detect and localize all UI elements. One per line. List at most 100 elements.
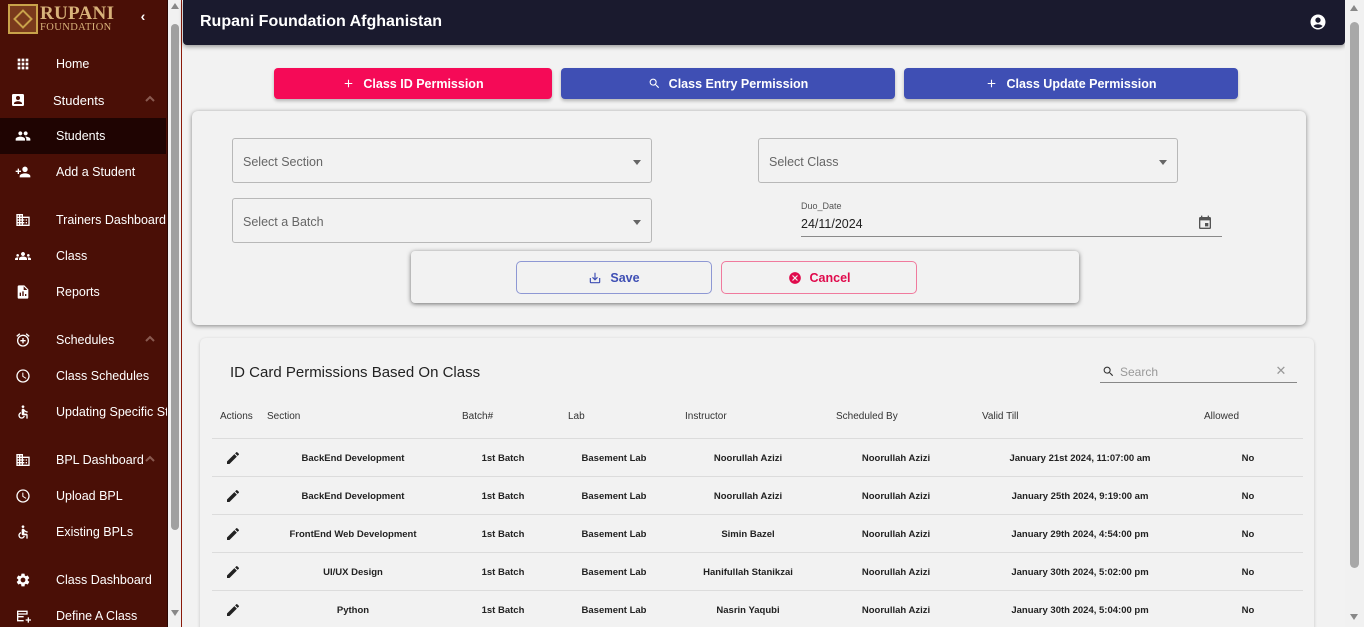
edit-pencil-icon[interactable] [225,488,241,504]
column-header-section[interactable]: Section [267,411,300,422]
column-header-batch[interactable]: Batch# [462,411,493,422]
sidebar-group-students[interactable]: Students [0,82,166,118]
accessible-icon [14,524,32,540]
cell-instructor: Hanifullah Stanikzai [703,567,793,578]
cell-batch: 1st Batch [481,453,525,464]
column-header-lab[interactable]: Lab [568,411,585,422]
cell-scheduled-by: Noorullah Azizi [861,453,931,464]
tab-class-update-permission[interactable]: Class Update Permission [904,68,1238,99]
cell-section: Python [336,605,370,616]
main-scrollbar[interactable] [1345,0,1364,627]
permissions-table-card: ID Card Permissions Based On Class ✕ Act… [200,338,1314,627]
sidebar-item-label: Upload BPL [56,489,123,503]
due-date-field[interactable]: Duo_Date 24/11/2024 [801,201,1222,237]
sidebar-item-label: Class Schedules [56,369,150,383]
batch-select[interactable]: Select a Batch [232,198,652,243]
sidebar-item-existing-bpls[interactable]: Existing BPLs [0,514,166,550]
clock-icon [14,488,32,504]
clear-search-icon[interactable]: ✕ [1275,364,1287,378]
column-header-instructor[interactable]: Instructor [685,411,727,422]
class-select-placeholder: Select Class [769,155,839,169]
calendar-icon[interactable] [1197,215,1213,231]
groups-icon [14,248,32,264]
section-select-placeholder: Select Section [243,155,323,169]
sidebar-item-label: Existing BPLs [56,525,134,539]
tab-class-entry-permission[interactable]: Class Entry Permission [561,68,895,99]
scroll-down-arrow-icon[interactable] [1350,614,1358,620]
sidebar-item-add-student[interactable]: Add a Student [0,154,166,190]
sidebar-scroll-thumb[interactable] [171,24,179,530]
cell-scheduled-by: Noorullah Azizi [861,567,931,578]
edit-pencil-icon[interactable] [225,450,241,466]
section-select[interactable]: Select Section [232,138,652,183]
cell-section: FrontEnd Web Development [289,529,417,540]
cancel-circle-icon [788,271,801,284]
edit-pencil-icon[interactable] [225,602,241,618]
sidebar-item-upload-bpl[interactable]: Upload BPL [0,478,166,514]
plus-icon [988,79,996,88]
logo-mark-icon [8,4,38,34]
table-title: ID Card Permissions Based On Class [230,364,481,381]
app-title: Rupani Foundation Afghanistan [200,13,443,30]
column-header-scheduled-by[interactable]: Scheduled By [836,411,898,422]
cancel-button[interactable]: Cancel [721,261,917,294]
save-button[interactable]: Save [516,261,712,294]
column-header-actions[interactable]: Actions [220,411,253,422]
sidebar-item-label: Reports [56,285,100,299]
sidebar-item-home[interactable]: Home [0,46,166,82]
cell-instructor: Noorullah Azizi [713,453,783,464]
cell-section: BackEnd Development [301,453,405,464]
edit-pencil-icon[interactable] [225,564,241,580]
brand-line1: RUPANI [40,3,115,25]
cell-allowed: No [1241,491,1255,502]
collapse-sidebar-icon[interactable]: ‹ [136,8,150,24]
report-file-icon [14,284,32,300]
cell-allowed: No [1241,529,1255,540]
sidebar-item-define-class[interactable]: Define A Class [0,598,166,627]
due-date-label: Duo_Date [801,201,842,211]
class-select[interactable]: Select Class [758,138,1178,183]
chevron-up-icon[interactable] [145,453,155,463]
chevron-up-icon[interactable] [145,333,155,343]
due-date-value[interactable]: 24/11/2024 [801,217,863,231]
sidebar-item-students[interactable]: Students [0,118,166,154]
sidebar-item-trainers-dashboard[interactable]: Trainers Dashboard [0,202,166,238]
alarm-add-icon [14,332,32,348]
table-row: BackEnd Development 1st Batch Basement L… [212,476,1303,514]
cell-scheduled-by: Noorullah Azizi [861,529,931,540]
sidebar-scrollbar[interactable] [168,0,182,627]
main-scroll-thumb[interactable] [1350,22,1359,568]
sidebar-group-class-dashboard[interactable]: Class Dashboard [0,562,166,598]
edit-pencil-icon[interactable] [225,526,241,542]
sidebar-group-schedules[interactable]: Schedules [0,322,166,358]
scroll-down-arrow-icon[interactable] [171,610,179,616]
sidebar-item-class[interactable]: Class [0,238,166,274]
scroll-up-arrow-icon[interactable] [1350,5,1358,11]
accessible-icon [14,404,32,420]
scroll-up-arrow-icon[interactable] [171,3,179,9]
tab-class-id-permission[interactable]: Class ID Permission [274,68,552,99]
sidebar-item-label: Add a Student [56,165,136,179]
sidebar-item-label: Students [56,129,106,143]
sidebar-group-bpl-dashboard[interactable]: BPL Dashboard [0,442,166,478]
column-header-valid-till[interactable]: Valid Till [982,411,1019,422]
sidebar-item-updating-specific[interactable]: Updating Specific St [0,394,167,430]
cell-valid-till: January 21st 2024, 11:07:00 am [1009,453,1151,464]
search-input[interactable] [1120,363,1270,380]
sidebar-item-reports[interactable]: Reports [0,274,166,310]
brand-logo[interactable]: RUPANI FOUNDATION [8,4,114,34]
cell-batch: 1st Batch [481,491,525,502]
apps-grid-icon [14,56,32,72]
search-icon [1102,365,1115,378]
sidebar-item-label: Class [56,249,88,263]
chevron-up-icon[interactable] [145,93,155,103]
cell-instructor: Noorullah Azizi [713,491,783,502]
sidebar-group-label: Class Dashboard [56,573,152,587]
table-row: UI/UX Design 1st Batch Basement Lab Hani… [212,552,1303,590]
table-row: BackEnd Development 1st Batch Basement L… [212,438,1303,476]
account-circle-icon[interactable] [1309,13,1327,31]
cell-instructor: Nasrin Yaqubi [716,605,780,616]
sidebar-item-class-schedules[interactable]: Class Schedules [0,358,166,394]
column-header-allowed[interactable]: Allowed [1204,411,1239,422]
cell-batch: 1st Batch [481,605,525,616]
